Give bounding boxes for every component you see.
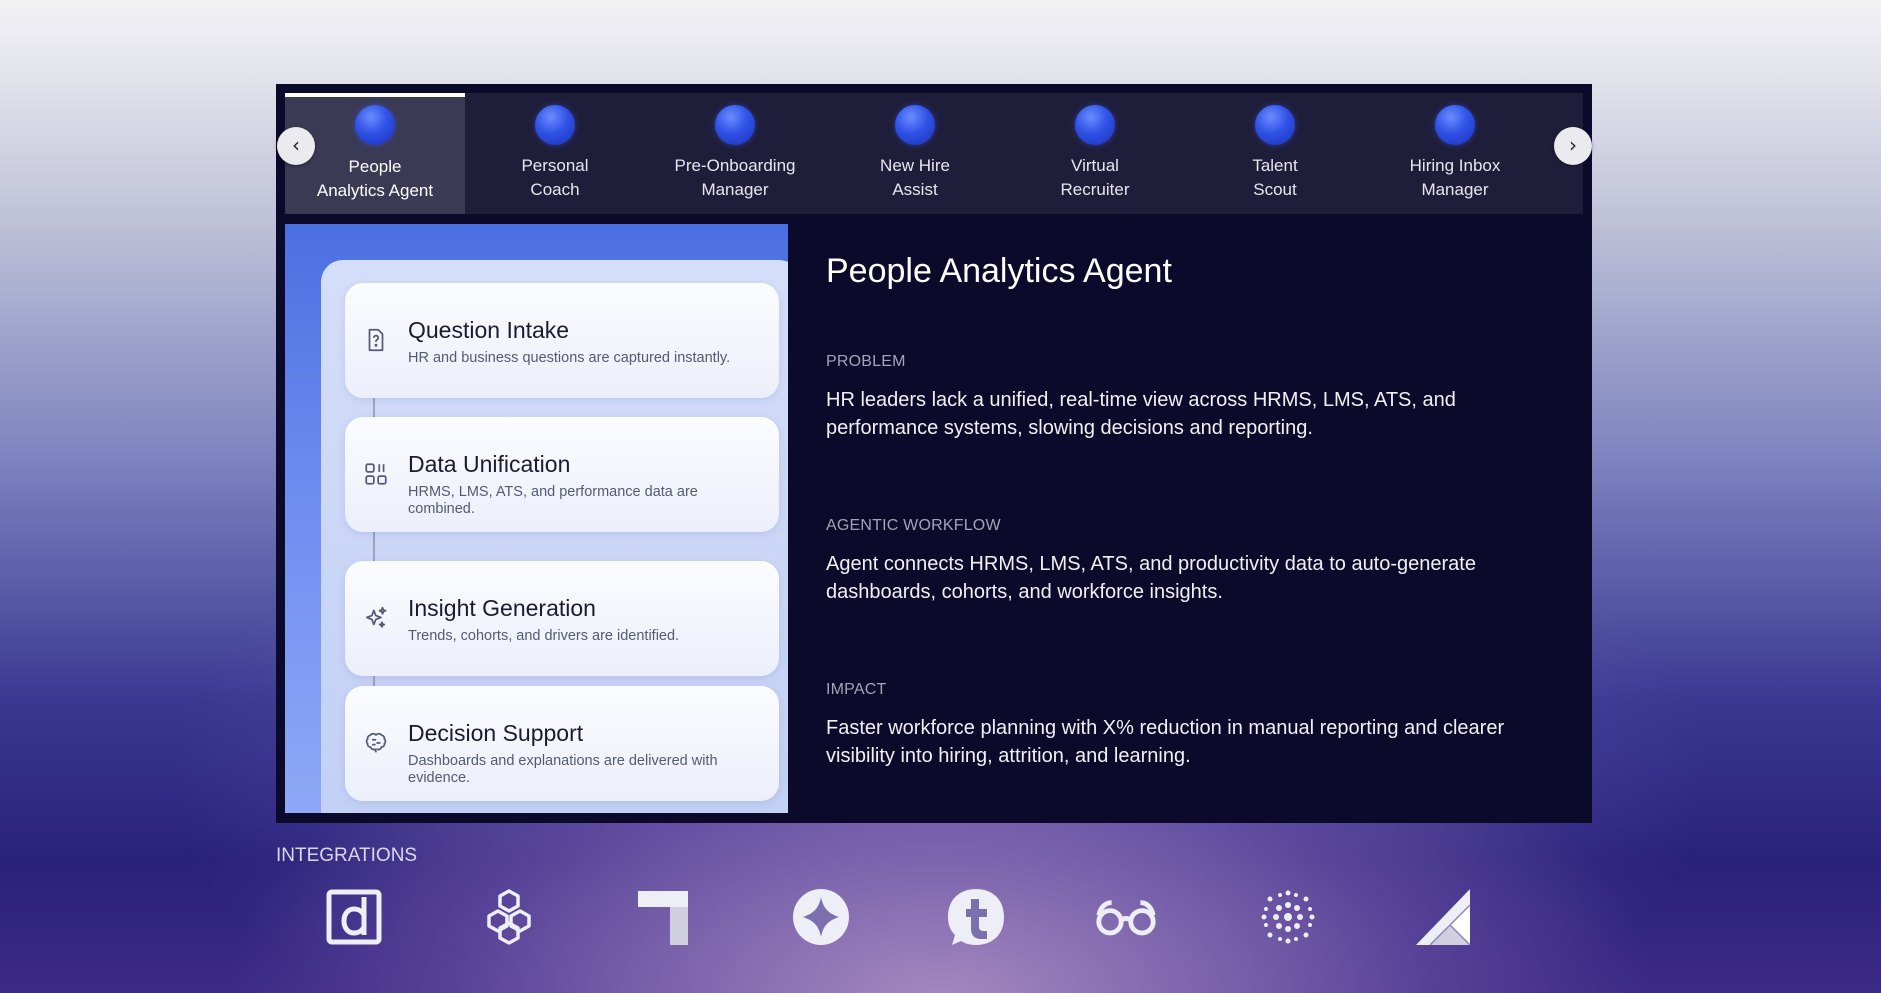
workflow-label: AGENTIC WORKFLOW	[826, 517, 1001, 534]
t-circle-icon[interactable]	[944, 885, 1008, 949]
workflow-text: Agent connects HRMS, LMS, ATS, and produ…	[826, 553, 1476, 603]
step-description: HR and business questions are captured i…	[408, 350, 731, 366]
agent-title: People Analytics Agent	[826, 252, 1172, 290]
agent-orb-icon	[535, 105, 575, 145]
tab-new-hire-assist[interactable]: New Hire Assist	[825, 93, 1005, 214]
sparkle-icon	[365, 606, 387, 628]
step-decision-support: Decision Support Dashboards and explanat…	[345, 686, 779, 801]
tab-label: People Analytics Agent	[316, 157, 434, 200]
agent-tabs: People Analytics Agent Personal Coach Pr…	[285, 93, 1583, 214]
question-doc-icon	[368, 328, 384, 352]
step-description: Dashboards and explanations are delivere…	[408, 753, 718, 786]
tab-personal-coach[interactable]: Personal Coach	[465, 93, 645, 214]
tab-label: Hiring Inbox Manager	[1409, 156, 1501, 199]
integrations-label: INTEGRATIONS	[276, 845, 418, 866]
tab-label: Pre-Onboarding Manager	[674, 156, 796, 199]
tab-label: New Hire Assist	[880, 156, 950, 199]
notion-block-icon[interactable]	[632, 885, 696, 949]
data-blocks-icon	[365, 463, 387, 485]
glasses-icon[interactable]	[1094, 885, 1158, 949]
agent-orb-icon	[1075, 105, 1115, 145]
step-title: Question Intake	[408, 317, 570, 343]
brain-icon	[365, 732, 387, 753]
tab-label: Personal Coach	[521, 156, 589, 199]
step-title: Insight Generation	[408, 595, 596, 621]
snowflake-icon[interactable]	[1256, 885, 1320, 949]
tab-pre-onboarding-manager[interactable]: Pre-Onboarding Manager	[645, 93, 825, 214]
problem-text: HR leaders lack a unified, real-time vie…	[826, 389, 1456, 439]
impact-text: Faster workforce planning with X% reduct…	[826, 717, 1505, 767]
agents-panel: People Analytics Agent Personal Coach Pr…	[276, 84, 1592, 823]
problem-label: PROBLEM	[826, 353, 906, 370]
hexagon-cubes-icon[interactable]	[477, 885, 541, 949]
agent-orb-icon	[355, 105, 395, 145]
agent-orb-icon	[715, 105, 755, 145]
step-data-unification: Data Unification HRMS, LMS, ATS, and per…	[345, 417, 779, 532]
tab-talent-scout[interactable]: Talent Scout	[1185, 93, 1365, 214]
step-insight-generation: Insight Generation Trends, cohorts, and …	[345, 561, 779, 676]
step-title: Data Unification	[408, 451, 571, 477]
step-title: Decision Support	[408, 720, 584, 746]
workflow-steps-visual: Question Intake HR and business question…	[285, 224, 788, 813]
tab-hiring-inbox-manager[interactable]: Hiring Inbox Manager	[1365, 93, 1545, 214]
step-description: Trends, cohorts, and drivers are identif…	[408, 628, 680, 644]
carousel-next-button[interactable]: ›	[1554, 127, 1592, 165]
tab-label: Talent Scout	[1252, 156, 1298, 199]
carousel-prev-button[interactable]: ‹	[277, 127, 315, 165]
step-question-intake: Question Intake HR and business question…	[345, 283, 779, 398]
star-circle-icon[interactable]	[789, 885, 853, 949]
integrations-row	[0, 885, 1881, 955]
agent-orb-icon	[1255, 105, 1295, 145]
agent-orb-icon	[1435, 105, 1475, 145]
step-description: HRMS, LMS, ATS, and performance data are…	[408, 484, 698, 517]
tab-virtual-recruiter[interactable]: Virtual Recruiter	[1005, 93, 1185, 214]
d-logo-icon[interactable]	[322, 885, 386, 949]
agent-orb-icon	[895, 105, 935, 145]
tab-label: Virtual Recruiter	[1060, 156, 1130, 199]
triangle-logo-icon[interactable]	[1412, 885, 1476, 949]
impact-label: IMPACT	[826, 681, 887, 698]
